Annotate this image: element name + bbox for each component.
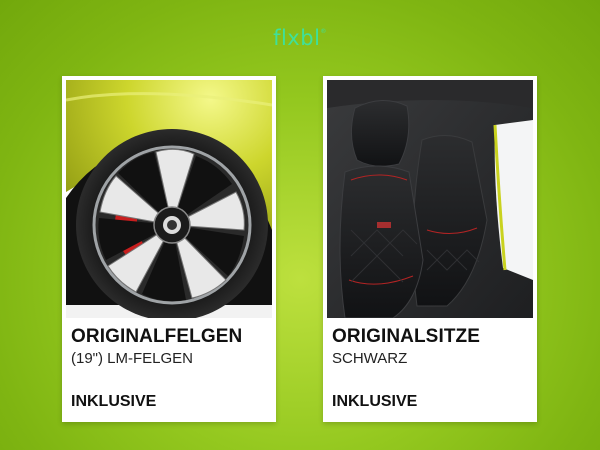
seats-image	[327, 80, 533, 318]
feature-card-seats: ORIGINALSITZE SCHWARZ INKLUSIVE	[323, 76, 537, 422]
card-status: INKLUSIVE	[71, 393, 157, 410]
wheel-image	[66, 80, 272, 318]
card-status: INKLUSIVE	[332, 393, 418, 410]
card-subtitle: SCHWARZ	[332, 350, 408, 367]
brand-logo-mark: ®	[320, 28, 327, 35]
wheel-illustration	[66, 80, 272, 318]
card-subtitle: (19") LM-FELGEN	[71, 350, 194, 367]
card-title: ORIGINALSITZE	[332, 326, 481, 347]
seats-illustration	[327, 80, 533, 318]
brand-logo: flxbl®	[0, 26, 600, 50]
brand-logo-text: flxbl	[273, 26, 321, 50]
feature-card-wheels: ORIGINALFELGEN (19") LM-FELGEN INKLUSIVE	[62, 76, 276, 422]
card-title: ORIGINALFELGEN	[71, 326, 243, 347]
